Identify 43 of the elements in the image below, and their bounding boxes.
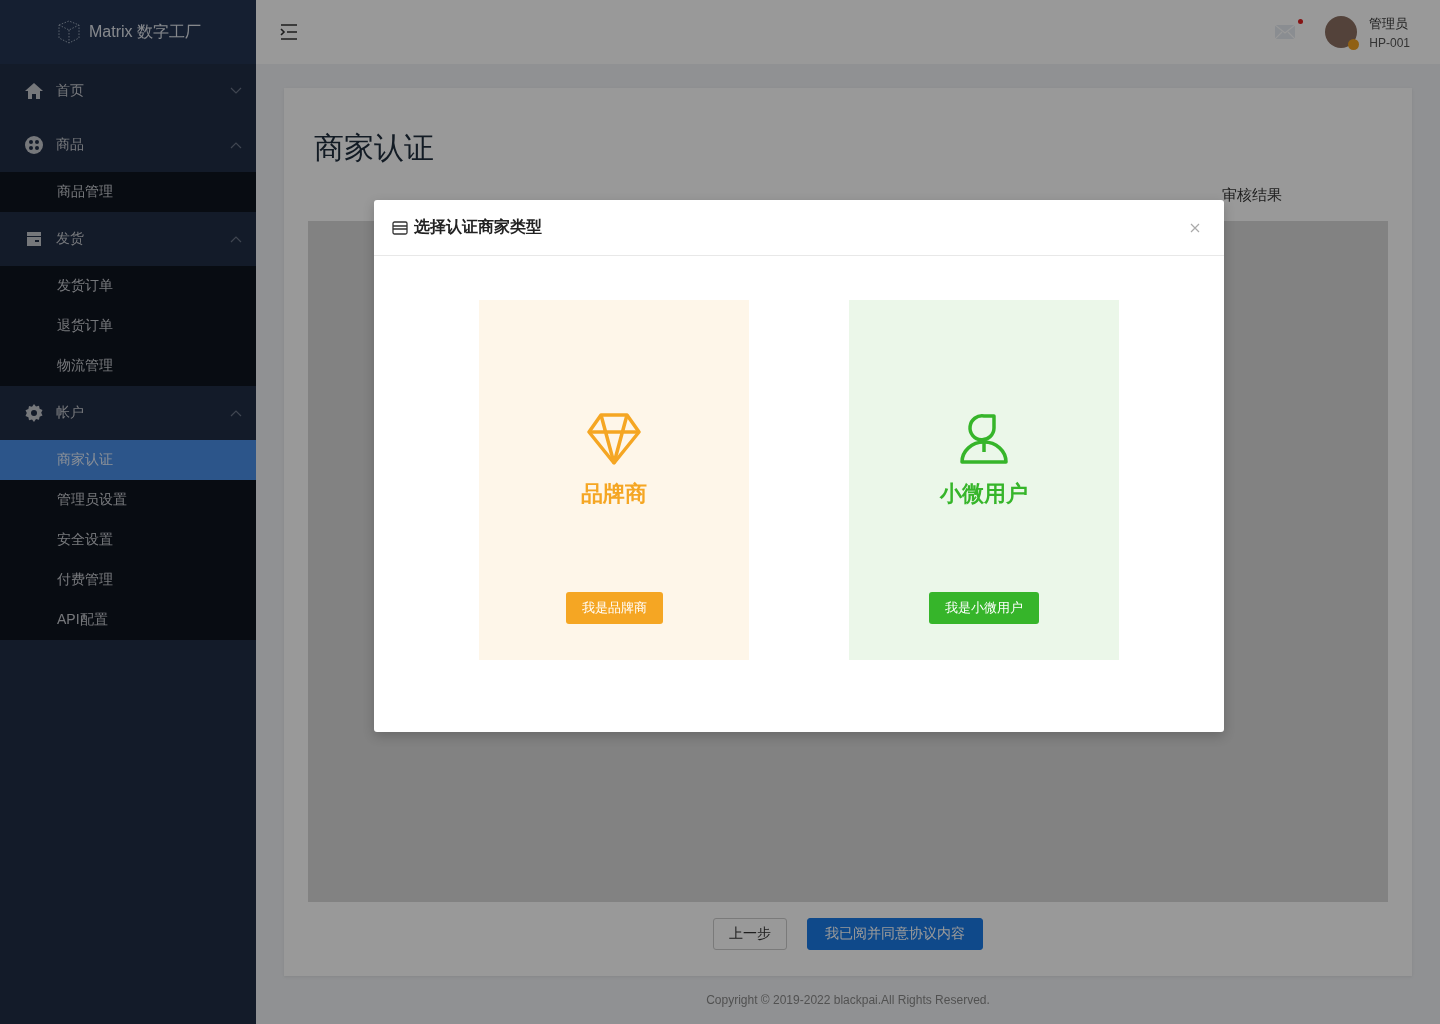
avatar[interactable]: [1325, 16, 1358, 48]
menu-group[interactable]: 发货: [0, 212, 256, 266]
diamond-icon: [587, 413, 641, 465]
menu-item[interactable]: API配置: [0, 600, 256, 640]
menu-toggle-icon[interactable]: [280, 24, 298, 40]
menu-group[interactable]: 商品: [0, 118, 256, 172]
menu-item[interactable]: 商家认证: [0, 440, 256, 480]
agree-button[interactable]: 我已阅并同意协议内容: [807, 918, 983, 950]
cube-logo-icon: [55, 18, 83, 46]
menu-group[interactable]: 帐户: [0, 386, 256, 440]
menu-item[interactable]: 商品管理: [0, 172, 256, 212]
choose-button[interactable]: 我是小微用户: [929, 592, 1039, 624]
app-logo-text: Matrix 数字工厂: [89, 21, 201, 42]
previous-step-button[interactable]: 上一步: [713, 918, 787, 950]
menu-group[interactable]: 首页: [0, 64, 256, 118]
menu-item[interactable]: 退货订单: [0, 306, 256, 346]
verified-badge-icon: [1348, 39, 1360, 50]
grid-icon: [24, 135, 44, 155]
chevron-icon: [230, 87, 242, 95]
copyright-text: Copyright © 2019-2022 blackpai.All Rights Reserved.: [705, 992, 991, 1009]
store-icon: [392, 220, 408, 235]
chevron-icon: [230, 141, 242, 149]
menu-item[interactable]: 付费管理: [0, 560, 256, 600]
user-name: 管理员: [1369, 14, 1410, 33]
box-icon: [24, 229, 44, 249]
menu-item[interactable]: 发货订单: [0, 266, 256, 306]
user-id: HP-001: [1369, 35, 1410, 50]
chevron-icon: [230, 235, 242, 243]
page-title: 商家认证: [314, 130, 435, 166]
step-label: 审核结果: [1222, 185, 1282, 205]
option-card[interactable]: 小微用户 我是小微用户: [849, 300, 1119, 660]
menu-item[interactable]: 安全设置: [0, 520, 256, 560]
close-icon[interactable]: [1190, 222, 1200, 233]
home-icon: [24, 81, 44, 101]
option-title: 品牌商: [581, 480, 647, 508]
person-icon: [959, 413, 1009, 465]
option-title: 小微用户: [940, 480, 1028, 508]
chevron-icon: [230, 409, 242, 417]
modal-title: 选择认证商家类型: [414, 217, 543, 237]
menu-item[interactable]: 管理员设置: [0, 480, 256, 520]
notification-dot: [1298, 19, 1304, 24]
settings-icon: [24, 403, 44, 423]
menu-item[interactable]: 物流管理: [0, 346, 256, 386]
